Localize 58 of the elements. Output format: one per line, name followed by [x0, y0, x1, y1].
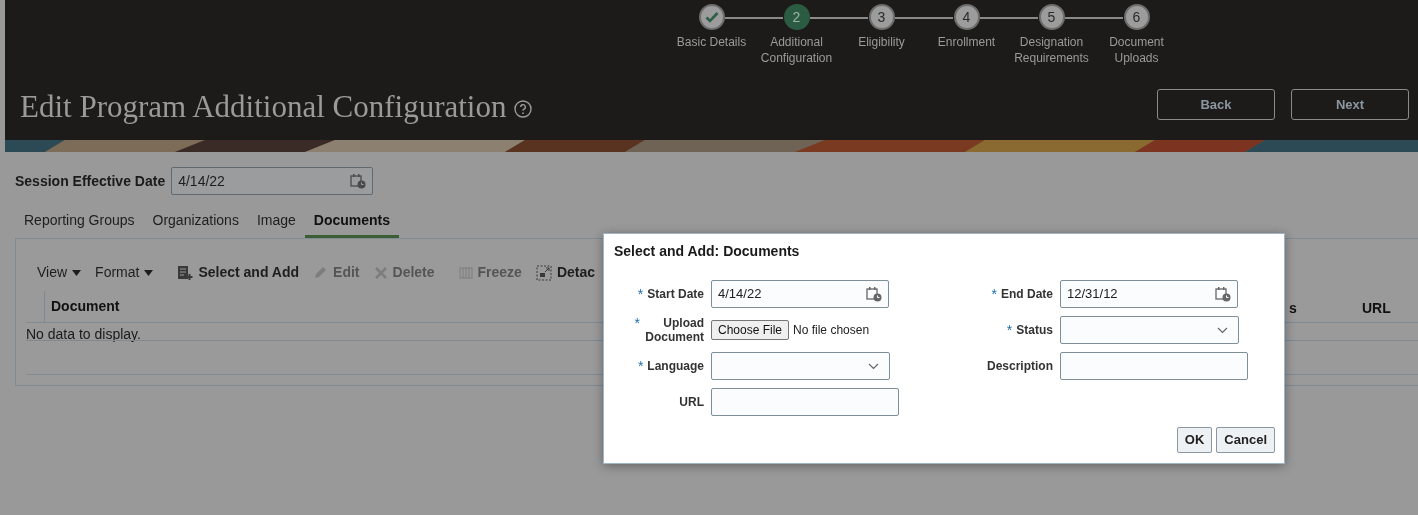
page-title: Edit Program Additional Configuration	[20, 88, 507, 126]
toolbar-button[interactable]: Format	[95, 262, 154, 283]
step-label: Designation Requirements	[1013, 34, 1090, 66]
field-label: Upload Document	[644, 316, 704, 344]
step-label: Basic Details	[675, 34, 748, 50]
toolbar-button[interactable]: View	[37, 262, 82, 283]
calendar-icon[interactable]	[1215, 286, 1231, 302]
choose-file-button[interactable]: Choose File	[711, 320, 790, 340]
date-field[interactable]: 12/31/12	[1060, 280, 1238, 308]
dialog-button[interactable]: Cancel	[1216, 427, 1275, 453]
required-mark: *	[637, 287, 644, 301]
step-label: Document Uploads	[1108, 34, 1165, 66]
step-label: Eligibility	[857, 34, 906, 50]
help-icon[interactable]	[514, 100, 533, 119]
nav-button[interactable]: Back	[1157, 89, 1275, 120]
field-label: Status	[1016, 323, 1053, 337]
field-label: Description	[987, 359, 1053, 373]
check-icon	[704, 11, 719, 23]
field-label: Start Date	[647, 287, 704, 301]
nav-button[interactable]: Next	[1291, 89, 1409, 120]
chevron-down-icon	[868, 362, 879, 370]
calendar-icon[interactable]	[866, 286, 882, 302]
step-label: Enrollment	[936, 34, 997, 50]
select-field[interactable]	[711, 352, 890, 380]
required-mark: *	[637, 359, 644, 373]
tab[interactable]: Organizations	[143, 206, 248, 238]
x-icon	[373, 265, 388, 280]
dialog-title: Select and Add: Documents	[614, 242, 800, 261]
date-field[interactable]: 4/14/22	[171, 167, 374, 195]
file-status: No file chosen	[793, 322, 870, 339]
date-field[interactable]: 4/14/22	[711, 280, 889, 308]
caret-icon	[144, 269, 154, 276]
field-label: Language	[647, 359, 704, 373]
pencil-icon	[313, 265, 329, 280]
required-mark: *	[991, 287, 997, 301]
tab[interactable]: Image	[247, 206, 305, 238]
column-header: URL	[1362, 299, 1391, 318]
select-field[interactable]	[1060, 316, 1239, 344]
input-field[interactable]	[1060, 352, 1248, 380]
required-mark: *	[1006, 323, 1013, 337]
calendar-icon[interactable]	[350, 173, 367, 189]
field-label: URL	[679, 395, 704, 409]
input-field[interactable]	[711, 388, 899, 416]
caret-icon	[72, 269, 82, 276]
column-header: s	[1289, 299, 1297, 318]
field-label: End Date	[1001, 287, 1053, 301]
dialog-button[interactable]: OK	[1176, 427, 1213, 453]
column-header: Document	[51, 297, 120, 316]
chevron-down-icon	[1217, 326, 1228, 334]
tab[interactable]: Reporting Groups	[15, 206, 144, 238]
detach-icon	[535, 264, 552, 281]
empty-message: No data to display.	[26, 325, 141, 344]
add-document-icon	[177, 264, 194, 281]
toolbar-button[interactable]: Select and Add	[177, 262, 300, 283]
step-label: Additional Configuration	[759, 34, 834, 66]
field-label: Session Effective Date	[15, 171, 166, 191]
toolbar-button[interactable]: Detac	[535, 262, 596, 283]
required-mark: *	[634, 316, 640, 330]
